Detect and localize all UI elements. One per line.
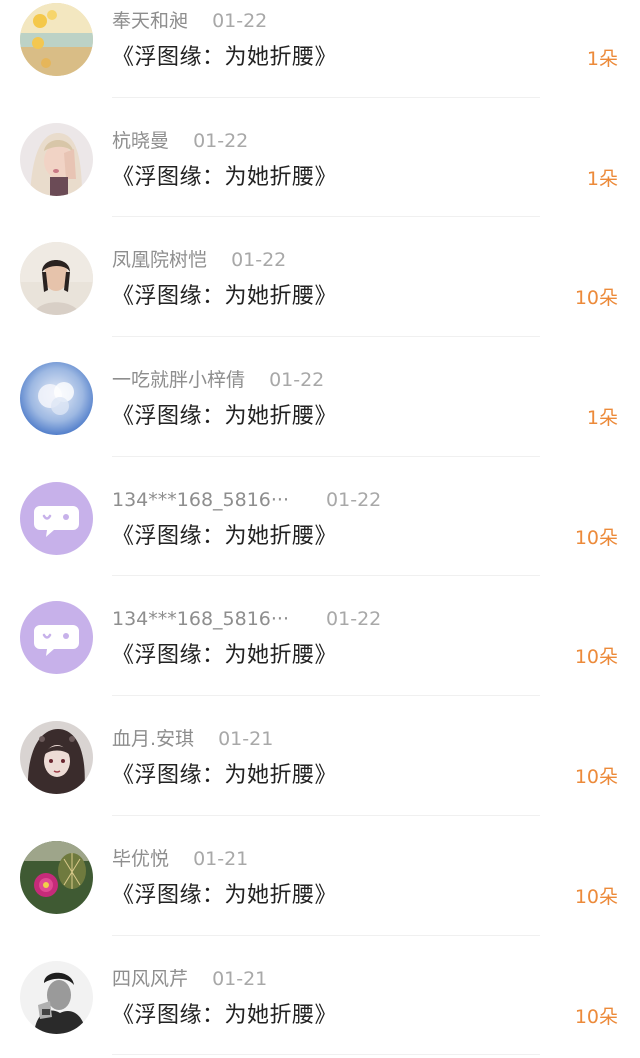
date: 01-21 <box>212 967 268 990</box>
date: 01-22 <box>212 10 268 32</box>
user-name[interactable]: 杭晓曼 <box>112 129 169 153</box>
user-name[interactable]: 毕优悦 <box>112 847 169 871</box>
woman-portrait-icon <box>20 122 93 196</box>
gift-amount: 10朵 <box>574 885 618 908</box>
gift-list: 奉天和昶 01-22 《浮图缘：为她折腰》 1朵 杭晓曼 01-22 《浮图缘：… <box>0 0 640 1056</box>
man-portrait-icon <box>20 960 93 1034</box>
cactus-flower-icon <box>20 840 93 914</box>
book-title[interactable]: 《浮图缘：为她折腰》 <box>112 44 337 72</box>
beach-photo-icon <box>20 3 93 76</box>
list-item[interactable]: 四风风芹 01-21 《浮图缘：为她折腰》 10朵 <box>0 936 640 1056</box>
book-title[interactable]: 《浮图缘：为她折腰》 <box>112 642 337 670</box>
user-name[interactable]: 血月.安琪 <box>112 727 194 751</box>
gift-amount: 1朵 <box>586 48 618 70</box>
meta-line: 杭晓曼 01-22 <box>112 129 248 153</box>
gift-amount: 10朵 <box>574 1005 618 1028</box>
avatar[interactable] <box>20 362 93 436</box>
meta-line: 134***168_5816··· 01-22 <box>112 488 381 512</box>
gift-amount: 10朵 <box>574 526 618 549</box>
date: 01-22 <box>193 129 249 152</box>
avatar[interactable] <box>20 242 93 316</box>
avatar[interactable] <box>20 960 93 1034</box>
date: 01-21 <box>218 728 274 751</box>
meta-line: 奉天和昶 01-22 <box>112 9 267 33</box>
meta-line: 134***168_5816··· 01-22 <box>112 607 381 631</box>
list-item[interactable]: 杭晓曼 01-22 《浮图缘：为她折腰》 1朵 <box>0 98 640 218</box>
avatar[interactable] <box>20 122 93 196</box>
book-title[interactable]: 《浮图缘：为她折腰》 <box>112 882 337 910</box>
book-title[interactable]: 《浮图缘：为她折腰》 <box>112 164 337 192</box>
user-name[interactable]: 134***168_5816··· <box>112 488 302 512</box>
meta-line: 四风风芹 01-21 <box>112 967 267 991</box>
user-name[interactable]: 四风风芹 <box>112 967 188 991</box>
avatar[interactable] <box>20 721 93 795</box>
date: 01-22 <box>231 249 287 272</box>
list-item[interactable]: 毕优悦 01-21 《浮图缘：为她折腰》 10朵 <box>0 816 640 936</box>
date: 01-21 <box>193 847 249 870</box>
default-chat-avatar-icon <box>20 481 93 555</box>
book-title[interactable]: 《浮图缘：为她折腰》 <box>112 283 337 311</box>
gift-amount: 10朵 <box>574 287 618 310</box>
anime-girl-icon <box>20 721 93 795</box>
list-item[interactable]: 一吃就胖小梓倩 01-22 《浮图缘：为她折腰》 1朵 <box>0 337 640 457</box>
book-title[interactable]: 《浮图缘：为她折腰》 <box>112 403 337 431</box>
user-name[interactable]: 奉天和昶 <box>112 9 188 33</box>
sky-clouds-icon <box>20 362 93 436</box>
list-item[interactable]: 血月.安琪 01-21 《浮图缘：为她折腰》 10朵 <box>0 696 640 816</box>
user-name[interactable]: 一吃就胖小梓倩 <box>112 368 245 392</box>
meta-line: 凤凰院树恺 01-22 <box>112 248 286 272</box>
date: 01-22 <box>326 488 382 511</box>
meta-line: 一吃就胖小梓倩 01-22 <box>112 368 324 392</box>
meta-line: 血月.安琪 01-21 <box>112 727 273 751</box>
date: 01-22 <box>326 608 382 631</box>
date: 01-22 <box>269 369 325 392</box>
avatar[interactable] <box>20 3 93 76</box>
book-title[interactable]: 《浮图缘：为她折腰》 <box>112 762 337 790</box>
list-item[interactable]: 134***168_5816··· 01-22 《浮图缘：为她折腰》 10朵 <box>0 457 640 577</box>
gift-amount: 1朵 <box>586 167 618 190</box>
avatar[interactable] <box>20 601 93 675</box>
list-item[interactable]: 奉天和昶 01-22 《浮图缘：为她折腰》 1朵 <box>0 0 640 98</box>
book-title[interactable]: 《浮图缘：为她折腰》 <box>112 523 337 551</box>
user-name[interactable]: 134***168_5816··· <box>112 607 302 631</box>
gift-amount: 1朵 <box>586 407 618 430</box>
default-chat-avatar-icon <box>20 601 93 675</box>
meta-line: 毕优悦 01-21 <box>112 847 248 871</box>
avatar[interactable] <box>20 481 93 555</box>
avatar[interactable] <box>20 840 93 914</box>
list-item[interactable]: 凤凰院树恺 01-22 《浮图缘：为她折腰》 10朵 <box>0 217 640 338</box>
divider <box>112 1054 540 1056</box>
gift-amount: 10朵 <box>574 646 618 669</box>
user-name[interactable]: 凤凰院树恺 <box>112 248 207 272</box>
book-title[interactable]: 《浮图缘：为她折腰》 <box>112 1002 337 1030</box>
gift-amount: 10朵 <box>574 766 618 789</box>
list-item[interactable]: 134***168_5816··· 01-22 《浮图缘：为她折腰》 10朵 <box>0 576 640 697</box>
person-photo-icon <box>20 242 93 316</box>
